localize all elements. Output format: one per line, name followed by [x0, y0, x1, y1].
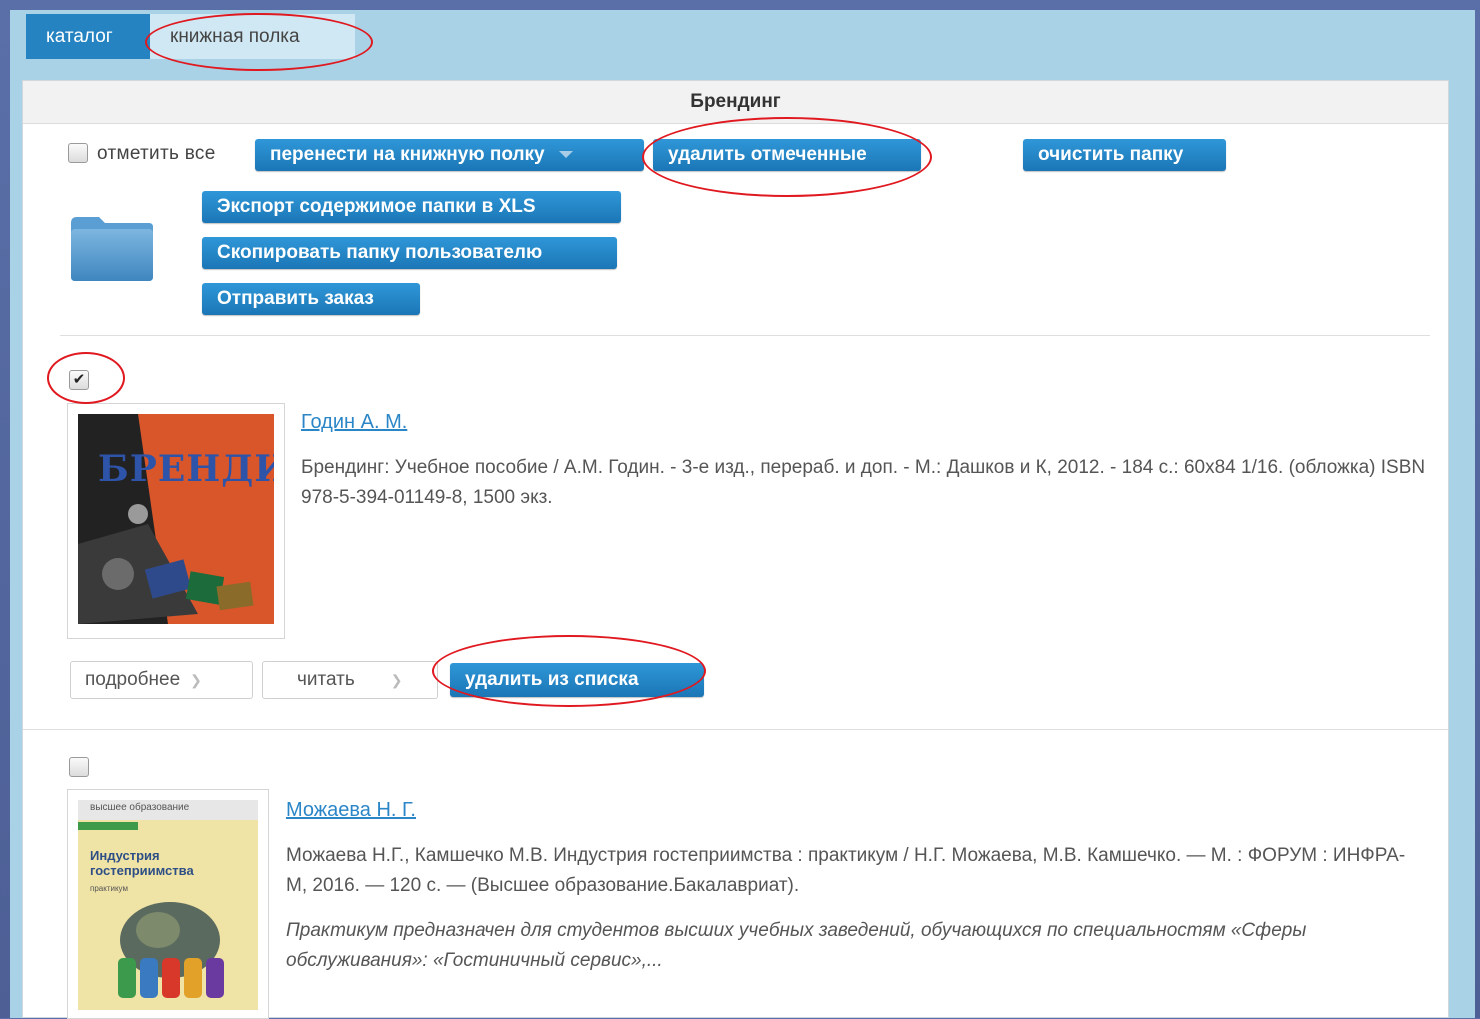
copy-folder-button[interactable]: Скопировать папку пользователю — [202, 237, 617, 269]
book-2-cover-frame[interactable]: высшее образование Индустрия гостеприимс… — [67, 789, 269, 1019]
book-1-checkbox[interactable]: ✔ — [69, 370, 89, 390]
book-1-read-label: читать — [297, 669, 355, 690]
divider — [23, 729, 1448, 730]
divider — [60, 335, 1430, 336]
folder-icon — [71, 217, 153, 281]
book-1-more-label: подробнее — [85, 669, 181, 690]
send-order-button[interactable]: Отправить заказ — [202, 283, 420, 315]
delete-selected-button[interactable]: удалить отмеченные — [653, 139, 921, 171]
caret-down-icon — [558, 151, 573, 159]
book-1-more-button[interactable]: подробнее ❯ — [70, 661, 253, 699]
select-all-label: отметить все — [97, 143, 216, 164]
book-2-checkbox[interactable] — [69, 757, 89, 777]
clear-folder-button[interactable]: очистить папку — [1023, 139, 1226, 171]
book-1-read-button[interactable]: читать ❯ — [262, 661, 438, 699]
book-2-cover-subtitle: практикум — [90, 884, 128, 893]
folder-title: Брендинг — [23, 81, 1448, 124]
book-2-cover-series: высшее образование — [90, 802, 190, 813]
export-xls-button[interactable]: Экспорт содержимое папки в XLS — [202, 191, 621, 223]
book-1-cover-frame[interactable]: БРЕНДИНГ — [67, 403, 285, 639]
book-2-author-link[interactable]: Можаева Н. Г. — [286, 799, 416, 822]
book-1-description: Брендинг: Учебное пособие / А.М. Годин. … — [301, 457, 1426, 508]
book-2-cover: высшее образование Индустрия гостеприимс… — [78, 800, 258, 1010]
select-all-checkbox[interactable] — [68, 143, 88, 163]
folder-panel: Брендинг отметить все перенести на книжн… — [22, 80, 1449, 1019]
chevron-right-icon: ❯ — [390, 672, 403, 688]
book-2-annotation: Практикум предназначен для студентов выс… — [286, 920, 1307, 971]
book-1-cover: БРЕНДИНГ — [78, 414, 274, 624]
cover-art-image — [118, 902, 224, 998]
book-1-cover-title: БРЕНДИНГ — [98, 448, 274, 490]
book-1-author-link[interactable]: Годин А. М. — [301, 411, 407, 434]
app-window: каталог книжная полка Брендинг отметить … — [10, 10, 1475, 1019]
tab-catalog[interactable]: каталог — [26, 14, 150, 59]
book-2-description: Можаева Н.Г., Камшечко М.В. Индустрия го… — [286, 845, 1406, 896]
book-2-cover-title: Индустрия гостеприимства — [90, 848, 194, 878]
book-1-remove-button[interactable]: удалить из списка — [450, 663, 704, 697]
cover-art-image — [78, 414, 274, 624]
chevron-right-icon: ❯ — [190, 672, 202, 688]
tab-bookshelf[interactable]: книжная полка — [150, 14, 355, 59]
move-to-shelf-button[interactable]: перенести на книжную полку — [255, 139, 644, 171]
move-to-shelf-label: перенести на книжную полку — [270, 144, 545, 165]
